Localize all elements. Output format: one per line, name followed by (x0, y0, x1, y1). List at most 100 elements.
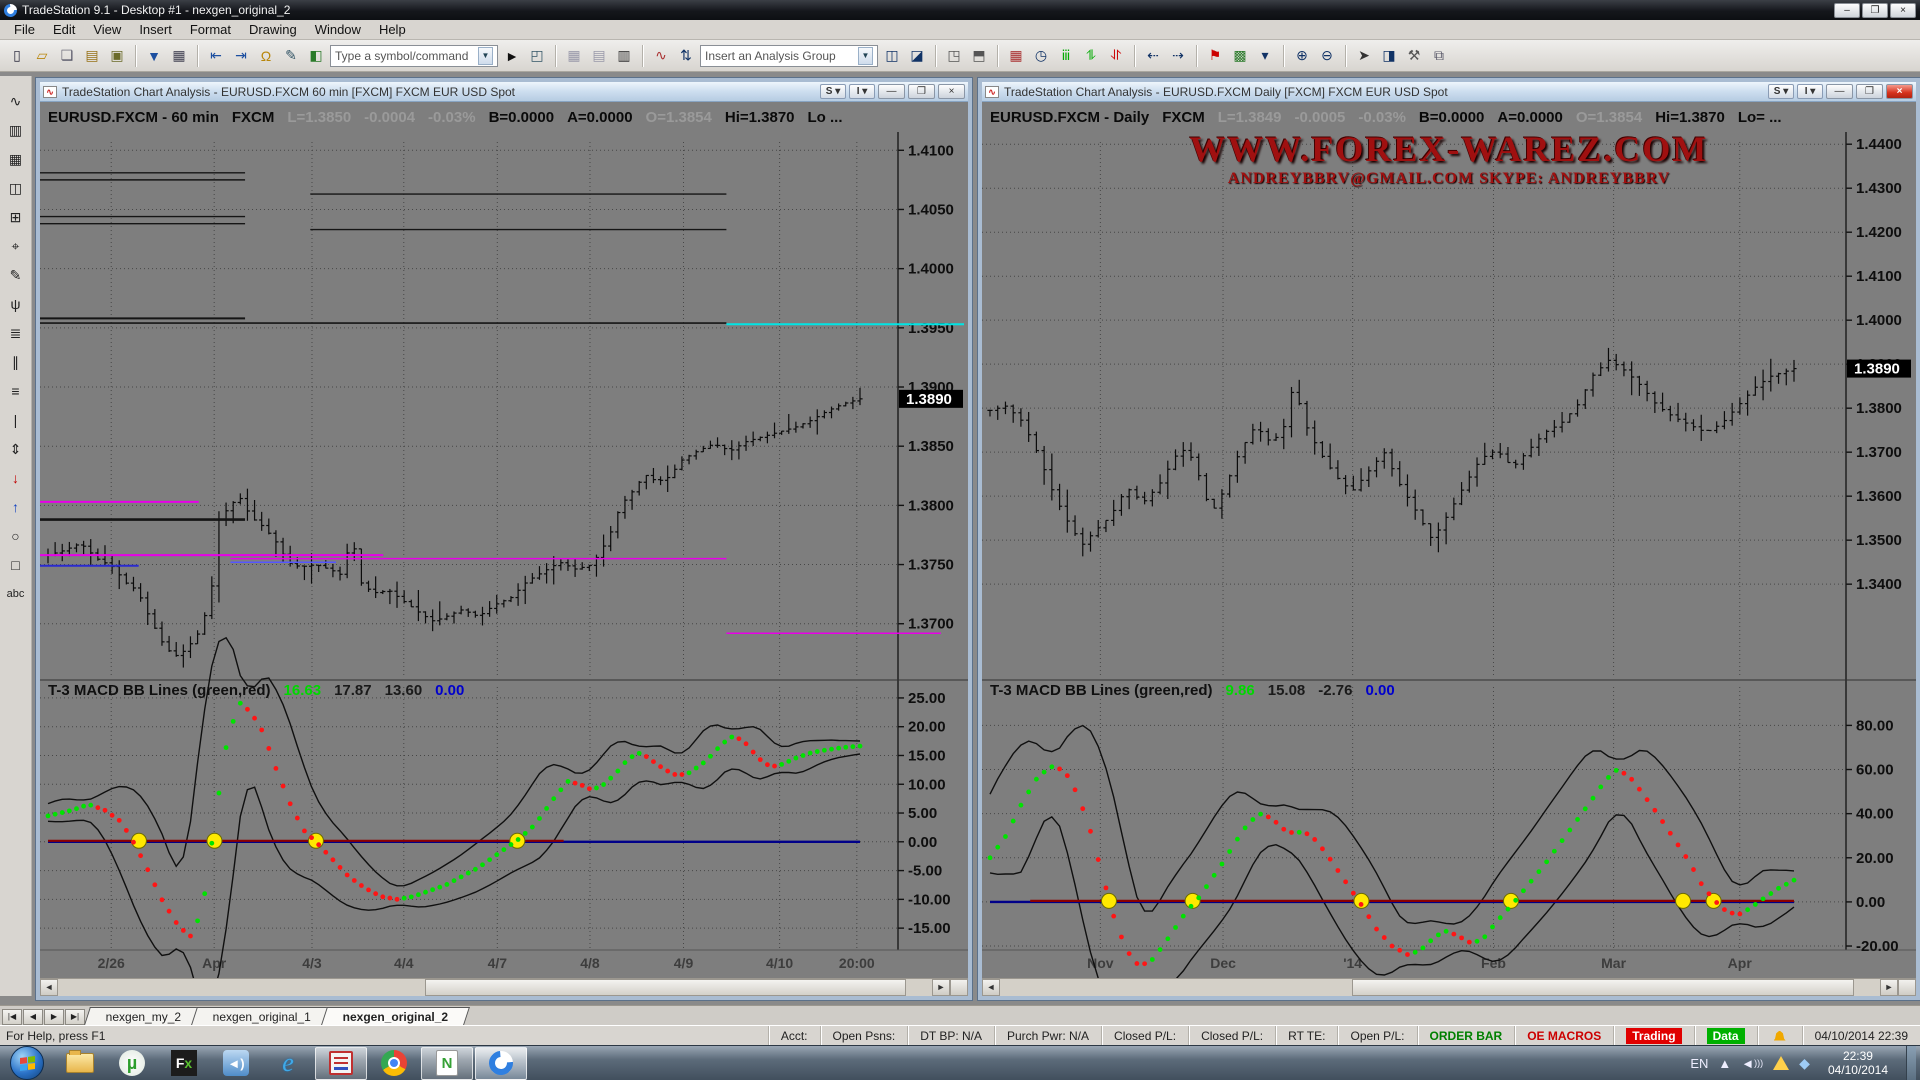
status-field-8[interactable]: ORDER BAR (1417, 1026, 1515, 1045)
status-field-2[interactable]: DT BP: N/A (907, 1026, 994, 1045)
volume-icon[interactable]: ◄))) (1741, 1056, 1763, 1071)
tray-clock[interactable]: 22:39 04/10/2014 (1820, 1049, 1896, 1077)
dropdown-icon[interactable]: ▾ (1254, 45, 1276, 67)
pattern-tool[interactable]: ⊞ (4, 206, 28, 228)
symbol-input[interactable]: Type a symbol/command▼ (330, 45, 498, 67)
tab-first-icon[interactable]: |◀ (2, 1009, 22, 1025)
chart-wave-icon[interactable]: ∿ (650, 45, 672, 67)
status-field-10[interactable]: Trading (1613, 1026, 1693, 1045)
menu-file[interactable]: File (6, 20, 43, 39)
ellipse-tool[interactable]: ○ (4, 525, 28, 547)
window-titlebar[interactable]: ∿ TradeStation Chart Analysis - EURUSD.F… (982, 82, 1916, 102)
trend-lines-tool[interactable]: ▥ (4, 119, 28, 141)
chart-hscrollbar[interactable]: ◄ ► (982, 978, 1916, 996)
export-chart-icon[interactable]: ⬒ (968, 45, 990, 67)
new-chart-icon[interactable]: ◨ (1378, 45, 1400, 67)
language-indicator[interactable]: EN (1690, 1056, 1708, 1071)
format-painter-icon[interactable]: ✎ (280, 45, 302, 67)
combo-dropdown-icon[interactable]: ▼ (478, 47, 493, 65)
window-chart2-icon[interactable]: ◪ (906, 45, 928, 67)
zigzag-line-tool[interactable]: ∿ (4, 90, 28, 112)
status-field-4[interactable]: Closed P/L: (1101, 1026, 1188, 1045)
start-button[interactable] (10, 1046, 44, 1080)
taskbar-app-chrome[interactable] (368, 1047, 420, 1080)
bar-back-icon[interactable]: ⇠ (1142, 45, 1164, 67)
app-minimize-button[interactable]: – (1834, 3, 1860, 18)
pointer-icon[interactable]: ➤ (1353, 45, 1375, 67)
scroll-right-icon[interactable]: ► (932, 979, 950, 996)
show-desktop-button[interactable] (1906, 1046, 1916, 1080)
tab-last-icon[interactable]: ▶| (65, 1009, 85, 1025)
chart-canvas-daily[interactable]: NovDec'14FebMarApr1.44001.43001.42001.41… (982, 102, 1916, 981)
fib-retracement-tool[interactable]: ≣ (4, 322, 28, 344)
menu-format[interactable]: Format (182, 20, 239, 39)
status-field-5[interactable]: Closed P/L: (1188, 1026, 1275, 1045)
menu-edit[interactable]: Edit (45, 20, 83, 39)
new-note-icon[interactable]: ▤ (81, 45, 103, 67)
down-arrow-tool[interactable]: ↓ (4, 467, 28, 489)
chart-window-60min[interactable]: ∿ TradeStation Chart Analysis - EURUSD.F… (36, 78, 972, 1000)
save-icon[interactable]: ▼ (143, 45, 165, 67)
calendar-icon[interactable]: ▦ (1005, 45, 1027, 67)
workspace-tab-nexgen_original_2[interactable]: nexgen_original_2 (322, 1007, 471, 1025)
candle-up-icon[interactable]: ⥮ (1080, 45, 1102, 67)
clipboard-icon[interactable]: ▣ (106, 45, 128, 67)
zoom-out-icon[interactable]: ⊖ (1316, 45, 1338, 67)
status-s-button[interactable]: S ▾ (820, 84, 846, 99)
taskbar-app-tradestation[interactable] (475, 1047, 527, 1080)
quote-grid-icon[interactable]: ▦ (563, 45, 585, 67)
taskbar-app-explorer[interactable] (54, 1047, 106, 1080)
menu-help[interactable]: Help (371, 20, 414, 39)
workspace-tab-nexgen_original_1[interactable]: nexgen_original_1 (191, 1007, 333, 1025)
menu-window[interactable]: Window (307, 20, 369, 39)
window-close-button[interactable]: × (1886, 84, 1913, 99)
scroll-grip[interactable] (950, 979, 968, 996)
window-restore-button[interactable]: ❐ (908, 84, 935, 99)
split-chart-tool[interactable]: ◫ (4, 177, 28, 199)
taskbar-app-internet-explorer[interactable]: e (262, 1047, 314, 1080)
tile-windows-icon[interactable]: ⧉ (1428, 45, 1450, 67)
scroll-grip[interactable] (1898, 979, 1916, 996)
go-icon[interactable]: ► (501, 45, 523, 67)
scroll-right-icon[interactable]: ► (1880, 979, 1898, 996)
open-workspace-icon[interactable]: ▱ (31, 45, 53, 67)
chart-hscrollbar[interactable]: ◄ ► (40, 978, 968, 996)
tab-next-icon[interactable]: ▶ (44, 1009, 64, 1025)
page-flip-icon[interactable]: ⇥ (230, 45, 252, 67)
menu-view[interactable]: View (85, 20, 129, 39)
window-restore-button[interactable]: ❐ (1856, 84, 1883, 99)
app-maximize-button[interactable]: ❐ (1862, 3, 1888, 18)
up-arrow-tool[interactable]: ↑ (4, 496, 28, 518)
vertical-line-tool[interactable]: | (4, 409, 28, 431)
combo-dropdown-icon[interactable]: ▼ (858, 47, 873, 65)
zoom-in-icon[interactable]: ⊕ (1291, 45, 1313, 67)
colors-icon[interactable]: ◧ (305, 45, 327, 67)
taskbar-app-notepadpp[interactable]: N (421, 1047, 473, 1080)
tab-prev-icon[interactable]: ◀ (23, 1009, 43, 1025)
pitchfork-tool[interactable]: ψ (4, 293, 28, 315)
dropbox-icon[interactable]: ◆ (1799, 1055, 1810, 1072)
status-field-9[interactable]: OE MACROS (1514, 1026, 1613, 1045)
interval-i-button[interactable]: I ▾ (1797, 84, 1823, 99)
menu-drawing[interactable]: Drawing (241, 20, 305, 39)
copy-window-icon[interactable]: ❏ (56, 45, 78, 67)
rectangle-tool[interactable]: □ (4, 554, 28, 576)
scroll-thumb[interactable] (425, 979, 906, 996)
status-field-11[interactable]: Data (1694, 1026, 1757, 1045)
taskbar-app-save-tool[interactable] (315, 1047, 367, 1080)
interval-i-button[interactable]: I ▾ (849, 84, 875, 99)
status-field-12[interactable] (1757, 1026, 1802, 1045)
workspace-tab-nexgen_my_2[interactable]: nexgen_my_2 (84, 1007, 203, 1025)
scroll-thumb[interactable] (1352, 979, 1854, 996)
window-titlebar[interactable]: ∿ TradeStation Chart Analysis - EURUSD.F… (40, 82, 968, 102)
snapshot-icon[interactable]: ◳ (943, 45, 965, 67)
tray-expand-icon[interactable]: ▲ (1718, 1056, 1731, 1071)
google-drive-icon[interactable] (1773, 1056, 1789, 1070)
taskbar-app-fxcm[interactable]: Fx (158, 1047, 210, 1080)
chart-canvas-60min[interactable]: 2/26Apr4/34/44/74/84/94/1020:001.41001.4… (40, 102, 968, 981)
grid-tool[interactable]: ▦ (4, 148, 28, 170)
window-close-button[interactable]: × (938, 84, 965, 99)
crosshair-tool[interactable]: ⌖ (4, 235, 28, 257)
window-minimize-button[interactable]: — (878, 84, 905, 99)
matrix-grid-icon[interactable]: ▤ (588, 45, 610, 67)
